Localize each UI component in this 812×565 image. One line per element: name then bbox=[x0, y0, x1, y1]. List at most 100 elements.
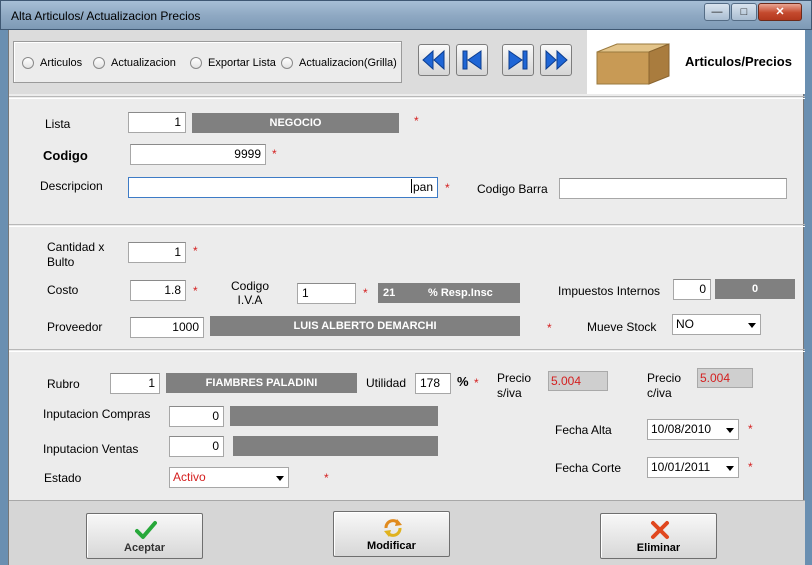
modificar-button[interactable]: Modificar bbox=[333, 511, 450, 557]
cantidad-label-line2: Bulto bbox=[47, 255, 75, 269]
nav-first-button[interactable] bbox=[418, 44, 450, 76]
divider bbox=[9, 349, 805, 352]
chevron-down-icon bbox=[726, 428, 734, 433]
estado-select[interactable]: Activo bbox=[169, 467, 289, 488]
descripcion-label: Descripcion bbox=[40, 179, 103, 193]
estado-value: Activo bbox=[173, 470, 206, 484]
mueve-stock-value: NO bbox=[676, 317, 694, 331]
nav-last-button[interactable] bbox=[540, 44, 572, 76]
checkmark-icon bbox=[135, 521, 157, 539]
codigo-iva-label-line1: Codigo bbox=[230, 279, 270, 293]
required-mark: * bbox=[414, 114, 419, 128]
iva-rate: 21 bbox=[383, 287, 396, 299]
divider bbox=[9, 96, 805, 99]
precio-civa-display: 5.004 bbox=[697, 368, 753, 388]
codigo-barra-input[interactable] bbox=[559, 178, 787, 199]
fecha-corte-value: 10/01/2011 bbox=[651, 460, 711, 474]
descripcion-text: pan bbox=[412, 180, 433, 194]
imp-compras-input[interactable]: 0 bbox=[169, 406, 224, 427]
impuestos-label: Impuestos Internos bbox=[558, 284, 661, 298]
double-right-arrow-icon bbox=[545, 49, 568, 71]
maximize-button[interactable]: □ bbox=[731, 3, 757, 21]
double-left-arrow-icon bbox=[422, 49, 445, 71]
imp-ventas-input[interactable]: 0 bbox=[169, 436, 224, 457]
maximize-icon: □ bbox=[740, 6, 748, 18]
refresh-icon bbox=[384, 519, 402, 537]
form-client-area: Articulos Actualizacion Exportar Lista A… bbox=[8, 30, 805, 565]
proveedor-input[interactable]: 1000 bbox=[130, 317, 204, 338]
radio-label: Actualizacion(Grilla) bbox=[299, 57, 397, 69]
required-mark: * bbox=[193, 244, 198, 258]
required-mark: * bbox=[474, 376, 479, 390]
impuestos-display: 0 bbox=[715, 279, 795, 299]
required-mark: * bbox=[748, 422, 753, 436]
costo-input[interactable]: 1.8 bbox=[130, 280, 186, 301]
rubro-name-display: FIAMBRES PALADINI bbox=[166, 373, 357, 393]
cardboard-box-icon bbox=[596, 43, 670, 85]
modificar-label: Modificar bbox=[367, 540, 416, 552]
radio-label: Actualizacion bbox=[111, 57, 176, 69]
codigo-iva-input[interactable]: 1 bbox=[297, 283, 356, 304]
skip-forward-icon bbox=[508, 50, 528, 70]
mueve-stock-select[interactable]: NO bbox=[672, 314, 761, 335]
precio-siva-display: 5.004 bbox=[548, 371, 608, 391]
eliminar-button[interactable]: Eliminar bbox=[600, 513, 717, 559]
utilidad-input[interactable]: 178 bbox=[415, 373, 451, 394]
impuestos-input[interactable]: 0 bbox=[673, 279, 711, 300]
lista-name-display: NEGOCIO bbox=[192, 113, 399, 133]
close-icon: ✕ bbox=[775, 6, 785, 18]
chevron-down-icon bbox=[276, 476, 284, 481]
fecha-alta-value: 10/08/2010 bbox=[651, 422, 712, 436]
aceptar-button[interactable]: Aceptar bbox=[86, 513, 203, 559]
lista-input[interactable]: 1 bbox=[128, 112, 186, 133]
required-mark: * bbox=[547, 321, 552, 335]
utilidad-unit: % bbox=[457, 374, 469, 389]
mueve-stock-label: Mueve Stock bbox=[587, 320, 657, 334]
nav-next-button[interactable] bbox=[502, 44, 534, 76]
skip-back-icon bbox=[462, 50, 482, 70]
minimize-icon: — bbox=[711, 6, 723, 18]
precio-siva-label-line1: Precio bbox=[497, 371, 532, 385]
toolbar: Articulos Actualizacion Exportar Lista A… bbox=[9, 30, 805, 94]
radio-label: Exportar Lista bbox=[208, 57, 276, 69]
fecha-alta-label: Fecha Alta bbox=[555, 423, 612, 437]
utilidad-label: Utilidad bbox=[366, 376, 407, 390]
text-caret bbox=[410, 179, 412, 193]
estado-label: Estado bbox=[44, 471, 82, 485]
codigo-label: Codigo bbox=[43, 148, 88, 163]
rubro-label: Rubro bbox=[47, 377, 80, 391]
required-mark: * bbox=[748, 460, 753, 474]
iva-display: 21 % Resp.Insc bbox=[378, 283, 520, 303]
lista-label: Lista bbox=[45, 117, 71, 131]
chevron-down-icon bbox=[726, 466, 734, 471]
imp-compras-label: Inputacion Compras bbox=[43, 407, 151, 421]
nav-prev-button[interactable] bbox=[456, 44, 488, 76]
close-button[interactable]: ✕ bbox=[758, 3, 802, 21]
codigo-iva-label-line2: I.V.A bbox=[237, 293, 263, 307]
iva-description: % Resp.Insc bbox=[428, 287, 493, 299]
descripcion-input[interactable]: pan bbox=[128, 177, 438, 198]
radio-circle-icon bbox=[190, 57, 202, 69]
imp-compras-name-display bbox=[230, 406, 438, 426]
fecha-alta-picker[interactable]: 10/08/2010 bbox=[647, 419, 739, 440]
brand-panel: Articulos/Precios bbox=[587, 30, 805, 94]
divider bbox=[9, 224, 805, 227]
eliminar-label: Eliminar bbox=[636, 542, 681, 554]
minimize-button[interactable]: — bbox=[704, 3, 730, 21]
radio-label: Articulos bbox=[40, 57, 83, 69]
delete-x-icon bbox=[651, 521, 669, 539]
chevron-down-icon bbox=[748, 323, 756, 328]
fecha-corte-picker[interactable]: 10/01/2011 bbox=[647, 457, 739, 478]
imp-ventas-label: Inputacion Ventas bbox=[43, 442, 139, 456]
action-bar: Aceptar Modificar Eliminar bbox=[9, 500, 805, 565]
codigo-input[interactable]: 9999 bbox=[130, 144, 266, 165]
rubro-input[interactable]: 1 bbox=[110, 373, 160, 394]
cantidad-input[interactable]: 1 bbox=[128, 242, 186, 263]
window-titlebar: Alta Articulos/ Actualizacion Precios — … bbox=[0, 0, 812, 30]
required-mark: * bbox=[193, 284, 198, 298]
required-mark: * bbox=[324, 471, 329, 485]
aceptar-label: Aceptar bbox=[124, 542, 165, 554]
cantidad-label-line1: Cantidad x bbox=[47, 240, 105, 254]
mode-radio-group: Articulos Actualizacion Exportar Lista A… bbox=[13, 41, 402, 83]
radio-circle-icon bbox=[22, 57, 34, 69]
